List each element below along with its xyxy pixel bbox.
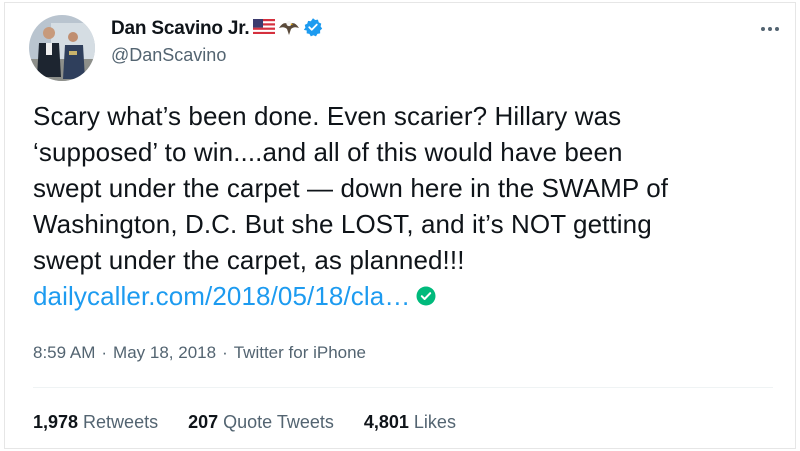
tweet-text-line: Scary what’s been done. Even scarier? Hi… xyxy=(33,101,622,131)
us-flag-icon xyxy=(252,19,275,39)
meta-separator: · xyxy=(222,343,228,362)
meta-separator: · xyxy=(101,343,108,362)
author-handle[interactable]: @DanScavino xyxy=(111,45,226,66)
tweet-card: Dan Scavino Jr. @DanScavino Scary what’s… xyxy=(4,2,796,449)
quote-tweets-label: Quote Tweets xyxy=(223,412,334,432)
tweet-source[interactable]: Twitter for iPhone xyxy=(234,343,366,363)
author-name-row[interactable]: Dan Scavino Jr. xyxy=(111,16,323,42)
author-display-name[interactable]: Dan Scavino Jr. xyxy=(111,18,250,40)
avatar[interactable] xyxy=(29,15,95,81)
check-circle-icon xyxy=(416,286,436,306)
verified-badge-icon[interactable] xyxy=(303,17,323,42)
retweets-count: 1,978 xyxy=(33,412,79,432)
eagle-icon xyxy=(278,17,300,42)
tweet-stats: 1,978 Retweets 207 Quote Tweets 4,801 Li… xyxy=(33,412,456,433)
tweet-text-line: swept under the carpet, as planned!!! xyxy=(33,245,465,275)
tweet-text: Scary what’s been done. Even scarier? Hi… xyxy=(33,98,773,314)
tweet-link[interactable]: dailycaller.com/2018/05/18/cla… xyxy=(33,278,410,314)
avatar-photo xyxy=(29,15,95,81)
divider xyxy=(33,387,773,388)
quote-tweets-count: 207 xyxy=(188,412,219,432)
retweets-stat[interactable]: 1,978 Retweets xyxy=(33,412,158,433)
likes-stat[interactable]: 4,801 Likes xyxy=(364,412,456,433)
likes-label: Likes xyxy=(413,412,456,432)
tweet-text-line: ‘supposed’ to win....and all of this wou… xyxy=(33,137,623,167)
tweet-date[interactable]: May 18, 2018 xyxy=(113,343,216,363)
retweets-label: Retweets xyxy=(83,412,159,432)
tweet-meta: 8:59 AM · May 18, 2018 · Twitter for iPh… xyxy=(33,343,366,363)
tweet-time[interactable]: 8:59 AM xyxy=(33,343,95,363)
more-options-icon[interactable] xyxy=(757,19,783,39)
likes-count: 4,801 xyxy=(363,412,409,432)
tweet-text-line: swept under the carpet — down here in th… xyxy=(33,173,669,203)
tweet-text-line: Washington, D.C. But she LOST, and it’s … xyxy=(33,209,652,239)
quote-tweets-stat[interactable]: 207 Quote Tweets xyxy=(188,412,334,433)
